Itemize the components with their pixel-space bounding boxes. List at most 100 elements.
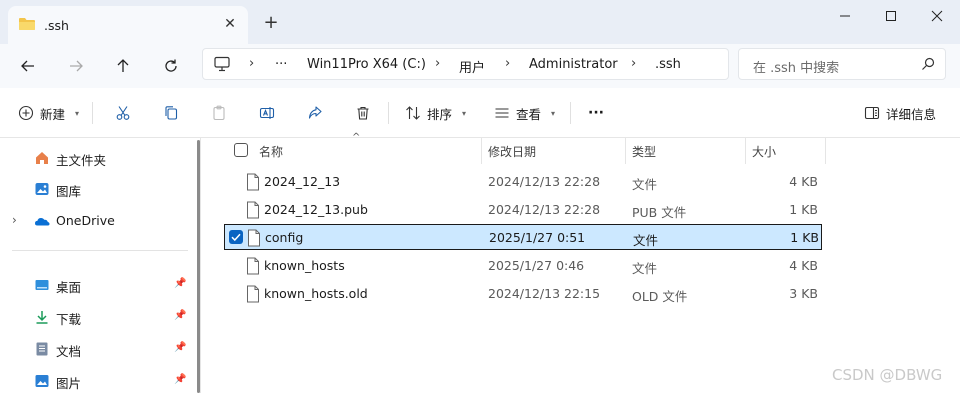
- computer-icon: [214, 56, 230, 72]
- sort-label: 排序: [427, 106, 453, 122]
- gallery-icon: [35, 183, 49, 195]
- sort-ascending-icon: ^: [352, 132, 361, 143]
- sidebar-item-desktop[interactable]: 桌面 📌: [0, 272, 190, 298]
- refresh-icon: [165, 59, 177, 72]
- view-button[interactable]: 查看 ▾: [494, 101, 555, 125]
- rename-icon: [259, 107, 275, 119]
- close-tab-icon[interactable]: ✕: [222, 16, 238, 32]
- navigation-scrollbar[interactable]: [197, 140, 200, 393]
- file-size: 1 KB: [789, 202, 818, 217]
- file-list: ^ 名称 修改日期 类型 大小 2024_12_13 2024/12/13 22…: [206, 132, 960, 393]
- cut-button[interactable]: [115, 101, 131, 125]
- trash-icon: [357, 106, 369, 120]
- column-header-type[interactable]: 类型: [632, 143, 656, 169]
- sidebar-item-label: OneDrive: [56, 213, 115, 228]
- breadcrumb-drive[interactable]: Win11Pro X64 (C:): [307, 57, 426, 72]
- chevron-down-icon: ▾: [462, 108, 467, 118]
- sidebar-item-label: 桌面: [56, 280, 82, 295]
- more-options-button[interactable]: ···: [588, 101, 604, 125]
- close-window-button[interactable]: [914, 0, 960, 32]
- rename-button[interactable]: [259, 101, 275, 125]
- home-icon: [36, 152, 48, 164]
- tab-title: .ssh: [44, 18, 69, 33]
- share-icon: [308, 106, 322, 119]
- address-bar[interactable]: › ··· Win11Pro X64 (C:) › 用户 › Administr…: [202, 48, 729, 80]
- details-pane-icon: [864, 106, 880, 120]
- select-all-checkbox[interactable]: [234, 143, 248, 157]
- arrow-right-icon: [70, 60, 83, 72]
- download-icon: [36, 311, 48, 324]
- pin-icon[interactable]: 📌: [174, 342, 186, 353]
- sidebar-item-label: 图片: [56, 376, 82, 391]
- sidebar-item-gallery[interactable]: 图库: [0, 176, 190, 202]
- scissors-icon: [116, 106, 130, 120]
- maximize-button[interactable]: [868, 0, 914, 32]
- column-divider[interactable]: [481, 138, 482, 164]
- breadcrumb-ssh[interactable]: .ssh: [655, 57, 681, 72]
- column-header-name[interactable]: 名称: [259, 143, 283, 169]
- breadcrumb-users[interactable]: 用户: [459, 57, 485, 76]
- sidebar-item-pictures[interactable]: 图片 📌: [0, 368, 190, 393]
- column-header-modified[interactable]: 修改日期: [488, 143, 536, 169]
- title-bar: .ssh ✕ +: [0, 0, 960, 44]
- divider: [388, 102, 389, 124]
- file-size: 1 KB: [790, 230, 819, 245]
- minimize-button[interactable]: [822, 0, 868, 32]
- table-row-selected[interactable]: config 2025/1/27 0:51 文件 1 KB: [224, 224, 822, 250]
- up-button[interactable]: [110, 53, 136, 79]
- watermark: CSDN @DBWG: [832, 366, 943, 384]
- file-size: 3 KB: [789, 286, 818, 301]
- table-row[interactable]: 2024_12_13 2024/12/13 22:28 文件 4 KB: [224, 169, 822, 195]
- column-divider[interactable]: [825, 138, 826, 164]
- table-row[interactable]: known_hosts.old 2024/12/13 22:15 OLD 文件 …: [224, 281, 822, 307]
- navigation-pane: 主文件夹 图库 › OneDrive 桌面 📌 下载 📌 文档 📌 图片 📌: [0, 138, 201, 393]
- file-size: 4 KB: [789, 258, 818, 273]
- pin-icon[interactable]: 📌: [174, 374, 186, 385]
- pin-icon[interactable]: 📌: [174, 278, 186, 289]
- breadcrumb-ellipsis[interactable]: ···: [275, 57, 287, 72]
- chevron-down-icon: ▾: [551, 108, 556, 118]
- paste-icon: [213, 105, 225, 121]
- delete-button[interactable]: [355, 101, 371, 125]
- sort-icon: [406, 106, 420, 120]
- column-header-size[interactable]: 大小: [752, 143, 776, 169]
- details-pane-button[interactable]: 详细信息: [864, 101, 936, 125]
- chevron-right-icon: ›: [505, 56, 511, 71]
- column-divider[interactable]: [745, 138, 746, 164]
- copy-button[interactable]: [163, 101, 179, 125]
- breadcrumb-administrator[interactable]: Administrator: [529, 57, 618, 72]
- chevron-right-icon[interactable]: ›: [12, 213, 17, 227]
- command-bar: 新建 ▾ 排序 ▾ 查看 ▾ ··· 详细信息: [0, 88, 960, 138]
- arrow-left-icon: [21, 60, 34, 72]
- refresh-button[interactable]: [158, 53, 184, 79]
- sort-button[interactable]: 排序 ▾: [405, 101, 466, 125]
- divider: [12, 250, 188, 251]
- view-label: 查看: [516, 106, 542, 122]
- file-size: 4 KB: [789, 174, 818, 189]
- pin-icon[interactable]: 📌: [174, 310, 186, 321]
- share-button[interactable]: [307, 101, 323, 125]
- sidebar-item-downloads[interactable]: 下载 📌: [0, 304, 190, 330]
- chevron-down-icon: ▾: [75, 108, 80, 118]
- sidebar-item-documents[interactable]: 文档 📌: [0, 336, 190, 362]
- chevron-right-icon: ›: [631, 56, 637, 71]
- paste-button[interactable]: [211, 101, 227, 125]
- folder-icon: [19, 18, 35, 30]
- forward-button[interactable]: [63, 53, 89, 79]
- desktop-icon: [35, 280, 49, 290]
- documents-icon: [36, 342, 48, 356]
- back-button[interactable]: [15, 53, 41, 79]
- table-row[interactable]: 2024_12_13.pub 2024/12/13 22:28 PUB 文件 1…: [224, 197, 822, 223]
- minimize-icon: [840, 15, 850, 17]
- table-row[interactable]: known_hosts 2025/1/27 0:46 文件 4 KB: [224, 253, 822, 279]
- tab-ssh[interactable]: .ssh ✕: [8, 6, 248, 44]
- column-divider[interactable]: [625, 138, 626, 164]
- sidebar-item-home[interactable]: 主文件夹: [0, 145, 190, 171]
- new-button[interactable]: 新建 ▾: [18, 101, 79, 125]
- search-input[interactable]: 在 .ssh 中搜索: [738, 48, 946, 80]
- sidebar-item-onedrive[interactable]: › OneDrive: [0, 208, 190, 234]
- onedrive-icon: [35, 218, 50, 226]
- copy-icon: [165, 106, 178, 120]
- new-tab-button[interactable]: +: [262, 14, 280, 32]
- maximize-icon: [886, 11, 896, 21]
